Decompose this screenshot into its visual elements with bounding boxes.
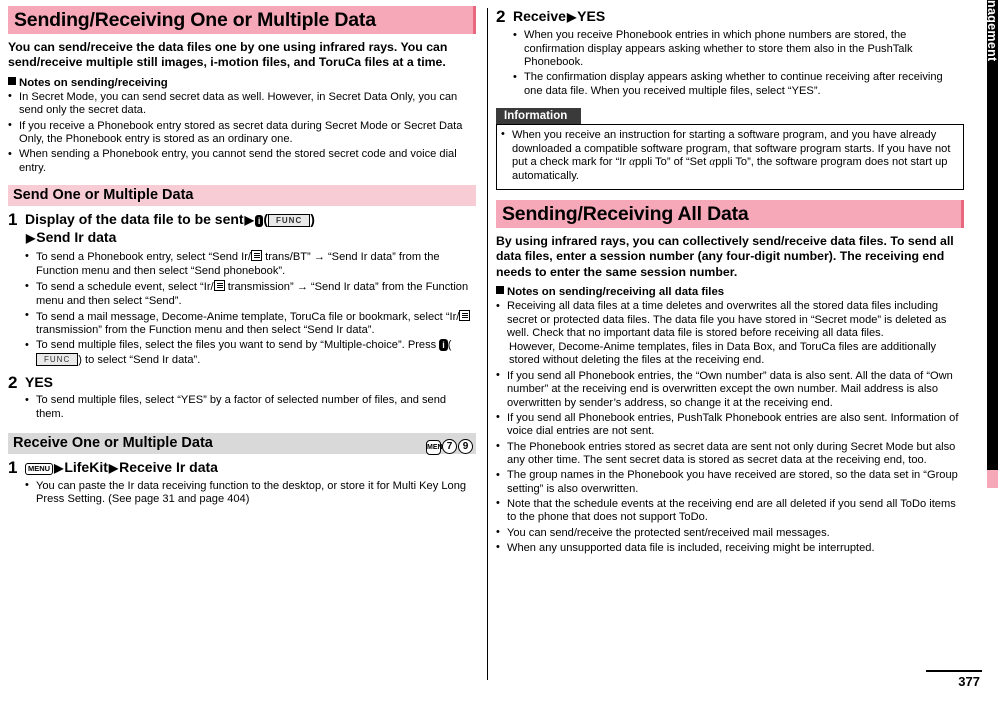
step-title-part-b: YES <box>577 8 606 24</box>
key-7-icon: 7 <box>442 438 457 454</box>
list-item: To send a mail message, Decome-Anime tem… <box>25 309 476 338</box>
subsection-heading-text: Send One or Multiple Data <box>13 187 194 204</box>
section-title-text: Sending/Receiving One or Multiple Data <box>14 9 376 31</box>
phonebook-icon <box>459 309 471 321</box>
list-item: You can send/receive the protected sent/… <box>496 526 964 541</box>
left-lead-text: You can send/receive the data files one … <box>8 40 448 70</box>
side-tab-label: Data Management <box>985 0 999 62</box>
section-title-sending-receiving-all: Sending/Receiving All Data <box>496 199 964 228</box>
section-title-text: Sending/Receiving All Data <box>502 202 749 225</box>
phonebook-icon <box>251 250 263 262</box>
subsection-heading-text: Receive One or Multiple Data <box>13 434 213 451</box>
information-list: When you receive an instruction for star… <box>501 128 957 183</box>
arrow-icon: ▶ <box>108 460 119 475</box>
side-tab-marker <box>987 470 998 488</box>
step-number: 2 <box>496 7 506 26</box>
step-title: Display of the data file to be sent▶ i(FU… <box>25 211 315 246</box>
list-item: Receiving all data files at a time delet… <box>496 300 964 368</box>
menu-key-icon: MENU <box>426 439 448 455</box>
notes-list-2: Receiving all data files at a time delet… <box>496 300 964 555</box>
list-item: To send a Phonebook entry, select “Send … <box>25 250 476 278</box>
column-divider <box>487 8 488 680</box>
list-item: If you send all Phonebook entries, PushT… <box>496 411 964 439</box>
step-title-part-b: Send Ir data <box>36 229 117 246</box>
func-key-icon: FUNC <box>268 214 311 228</box>
step-title-part-a: LifeKit <box>64 458 108 475</box>
step-title-part-a: Receive <box>513 8 566 24</box>
shortcut-keys: MENU7 9 <box>425 435 473 456</box>
list-item: When sending a Phonebook entry, you cann… <box>8 148 476 175</box>
list-item: If you receive a Phonebook entry stored … <box>8 119 476 147</box>
right-lead-text: By using infrared rays, you can collecti… <box>496 233 954 279</box>
step-2-receive-bullets: When you receive Phonebook entries in wh… <box>513 29 964 98</box>
step-number: 1 <box>8 457 18 477</box>
step-2-yes: 2 YES To send multiple files, select “YE… <box>8 374 476 423</box>
list-item-text: Receiving all data files at a time delet… <box>507 300 947 340</box>
notes-heading: Notes on sending/receiving <box>8 76 476 89</box>
notes-heading-2: Notes on sending/receiving all data file… <box>496 286 964 298</box>
alpha-symbol-icon: α <box>709 156 716 169</box>
list-item: The group names in the Phonebook you hav… <box>496 469 964 496</box>
func-key-icon: FUNC <box>36 353 79 367</box>
list-item: The Phonebook entries stored as secret d… <box>496 440 964 468</box>
square-bullet-icon <box>8 76 16 85</box>
step-title: MENU ▶LifeKit▶Receive Ir data <box>25 459 476 477</box>
step-title-part-a: Display of the data file to be sent <box>25 211 244 228</box>
list-item: When you receive Phonebook entries in wh… <box>513 29 964 70</box>
step-title-part-b: Receive Ir data <box>119 458 218 475</box>
alpha-symbol-icon: α <box>629 156 635 169</box>
list-item: When any unsupported data file is includ… <box>496 541 964 556</box>
step-title: Receive▶YES <box>513 8 964 26</box>
manual-page: Sending/Receiving One or Multiple Data Y… <box>0 0 1004 701</box>
list-item: You can paste the Ir data receiving func… <box>25 479 476 507</box>
list-item: To send multiple files, select the files… <box>25 339 476 367</box>
step-2-bullets: To send multiple files, select “YES” by … <box>25 394 476 421</box>
notes-heading-text: Notes on sending/receiving <box>19 76 168 89</box>
list-item: When you receive an instruction for star… <box>501 128 957 183</box>
step-1-receive: 1 MENU▶LifeKit▶Receive Ir data You can p… <box>8 459 476 509</box>
step-number: 2 <box>8 373 18 393</box>
information-block: Information When you receive an instruct… <box>496 107 964 190</box>
arrow-icon: ▶ <box>244 213 254 228</box>
side-tab-bar: Data Management <box>985 0 999 470</box>
list-item: The confirmation display appears asking … <box>513 71 964 98</box>
list-item-subtext: However, Decome-Anime templates, files i… <box>509 340 937 367</box>
step-title: YES <box>25 374 54 391</box>
menu-key-icon: MENU <box>25 462 54 475</box>
subsection-send-one-or-multiple-data: Send One or Multiple Data <box>8 185 476 207</box>
notes-list: In Secret Mode, you can send secret data… <box>8 90 476 176</box>
arrow-icon: ▶ <box>566 10 577 24</box>
section-title-sending-receiving-one: Sending/Receiving One or Multiple Data <box>8 6 476 34</box>
arrow-icon: ▶ <box>54 460 64 475</box>
notes-heading-2-text: Notes on sending/receiving all data file… <box>507 286 725 299</box>
left-column: Sending/Receiving One or Multiple Data Y… <box>8 6 476 509</box>
information-heading-row: Information <box>496 107 964 124</box>
arrow-icon: ▶ <box>26 231 36 246</box>
step-1-send: 1 Display of the data file to be sent▶ i(… <box>8 211 476 369</box>
information-box: When you receive an instruction for star… <box>496 123 964 190</box>
step-2-receive: 2 Receive▶YES When you receive Phonebook… <box>496 8 964 100</box>
square-bullet-icon <box>496 286 504 295</box>
step-1-bullets: To send a Phonebook entry, select “Send … <box>25 250 476 367</box>
phonebook-icon <box>213 280 225 292</box>
right-column: 2 Receive▶YES When you receive Phonebook… <box>496 6 964 557</box>
list-item: In Secret Mode, you can send secret data… <box>8 90 476 118</box>
list-item: To send a schedule event, select “Ir/ tr… <box>25 280 476 308</box>
subsection-receive-one-or-multiple-data: Receive One or Multiple Data MENU7 9 <box>8 432 476 456</box>
list-item: If you send all Phonebook entries, the “… <box>496 369 964 411</box>
key-9-icon: 9 <box>458 438 473 454</box>
step-number: 1 <box>8 210 18 230</box>
list-item: Note that the schedule events at the rec… <box>496 497 964 525</box>
page-number: 377 <box>958 674 980 689</box>
page-number-rule <box>926 670 982 672</box>
step-1-receive-bullets: You can paste the Ir data receiving func… <box>25 479 476 507</box>
list-item: To send multiple files, select “YES” by … <box>25 394 476 421</box>
i-mode-key-icon: i <box>254 215 264 228</box>
information-heading: Information <box>496 107 582 124</box>
i-mode-key-icon: i <box>439 339 448 352</box>
side-tab: Data Management <box>982 0 1004 701</box>
